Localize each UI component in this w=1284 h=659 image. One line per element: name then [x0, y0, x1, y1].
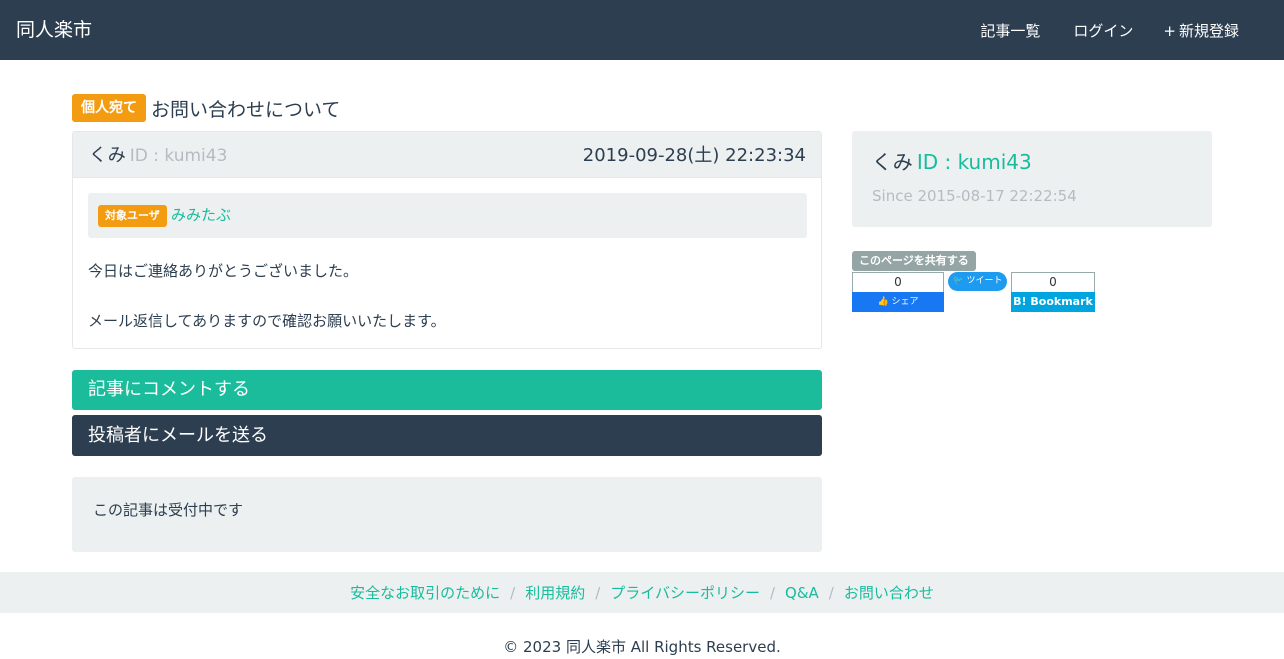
nav-article-list-label: 記事一覧: [980, 22, 1041, 40]
twitter-share-button[interactable]: 🐦 ツイート: [948, 272, 1007, 291]
profile-username: くみ: [872, 150, 913, 174]
article-body-line-1: 今日はご連絡ありがとうございました。: [88, 262, 359, 280]
plus-icon: +: [1163, 22, 1176, 40]
article-author: くみ ID : kumi43: [89, 144, 227, 171]
target-user-link[interactable]: みみたぶ: [171, 204, 231, 226]
target-user-box: 対象ユーザ みみたぶ: [88, 193, 807, 238]
copyright: © 2023 同人楽市 All Rights Reserved.: [503, 638, 781, 656]
footer-link-contact[interactable]: お問い合わせ: [844, 582, 934, 604]
footer-separator: /: [510, 583, 516, 602]
nav-login[interactable]: ログイン: [1070, 20, 1133, 42]
comment-button[interactable]: 記事にコメントする: [72, 370, 822, 410]
hatena-bookmark-label: B! Bookmark: [1011, 292, 1095, 312]
footer-link-privacy[interactable]: プライバシーポリシー: [610, 582, 760, 604]
profile-name: くみ ID : kumi43: [872, 148, 1032, 180]
article-title-row: 個人宛て お問い合わせについて: [72, 94, 340, 122]
footer-link-terms[interactable]: 利用規約: [525, 582, 585, 604]
article-posted-at: 2019-09-28(土) 22:23:34: [583, 144, 806, 171]
share-label: このページを共有する: [852, 251, 976, 271]
status-text: この記事は受付中です: [93, 501, 244, 519]
facebook-share-button[interactable]: 0 👍 シェア: [852, 272, 944, 312]
nav-login-label: ログイン: [1073, 22, 1134, 40]
footer-separator: /: [595, 583, 601, 602]
profile-since: Since 2015-08-17 22:22:54: [872, 185, 1077, 210]
page-title: お問い合わせについて: [151, 98, 341, 121]
footer-link-safety[interactable]: 安全なお取引のために: [350, 582, 500, 604]
nav-signup[interactable]: + 新規登録: [1163, 20, 1239, 42]
posted-date: 2019-09-28(土) 22:23:34: [582, 145, 806, 166]
hatena-bookmark-count: 0: [1011, 272, 1095, 292]
author-name[interactable]: くみ: [89, 145, 126, 166]
personal-badge: 個人宛て: [72, 94, 146, 122]
article-card-header: くみ ID : kumi43 2019-09-28(土) 22:23:34: [73, 132, 821, 178]
article-card: くみ ID : kumi43 2019-09-28(土) 22:23:34 対象ユ…: [72, 131, 822, 349]
hatena-bookmark-button[interactable]: 0 B! Bookmark: [1011, 272, 1095, 312]
facebook-share-label: 👍 シェア: [852, 292, 944, 312]
profile-panel: くみ ID : kumi43 Since 2015-08-17 22:22:54: [852, 131, 1212, 227]
author-id: ID : kumi43: [129, 146, 228, 166]
navbar: 同人楽市 記事一覧 ログイン + 新規登録: [0, 0, 1284, 60]
site-brand[interactable]: 同人楽市: [16, 17, 92, 43]
footer-link-qa[interactable]: Q&A: [785, 582, 819, 604]
footer-separator: /: [769, 583, 776, 602]
profile-id-link[interactable]: ID : kumi43: [917, 150, 1032, 174]
nav-links: 記事一覧 ログイン + 新規登録: [947, 20, 1239, 42]
status-box: この記事は受付中です: [72, 477, 822, 552]
footer-separator: /: [828, 583, 834, 602]
facebook-share-count: 0: [852, 272, 944, 292]
nav-article-list[interactable]: 記事一覧: [977, 20, 1040, 42]
mail-button[interactable]: 投稿者にメールを送る: [72, 415, 822, 456]
profile-since-text: Since 2015-08-17 22:22:54: [872, 187, 1077, 205]
target-user-badge: 対象ユーザ: [98, 205, 167, 227]
footer-nav: 安全なお取引のために / 利用規約 / プライバシーポリシー / Q&A / お…: [0, 572, 1284, 613]
article-body-line-2: メール返信してありますので確認お願いいたします。: [88, 312, 446, 330]
nav-signup-label: 新規登録: [1178, 22, 1239, 40]
